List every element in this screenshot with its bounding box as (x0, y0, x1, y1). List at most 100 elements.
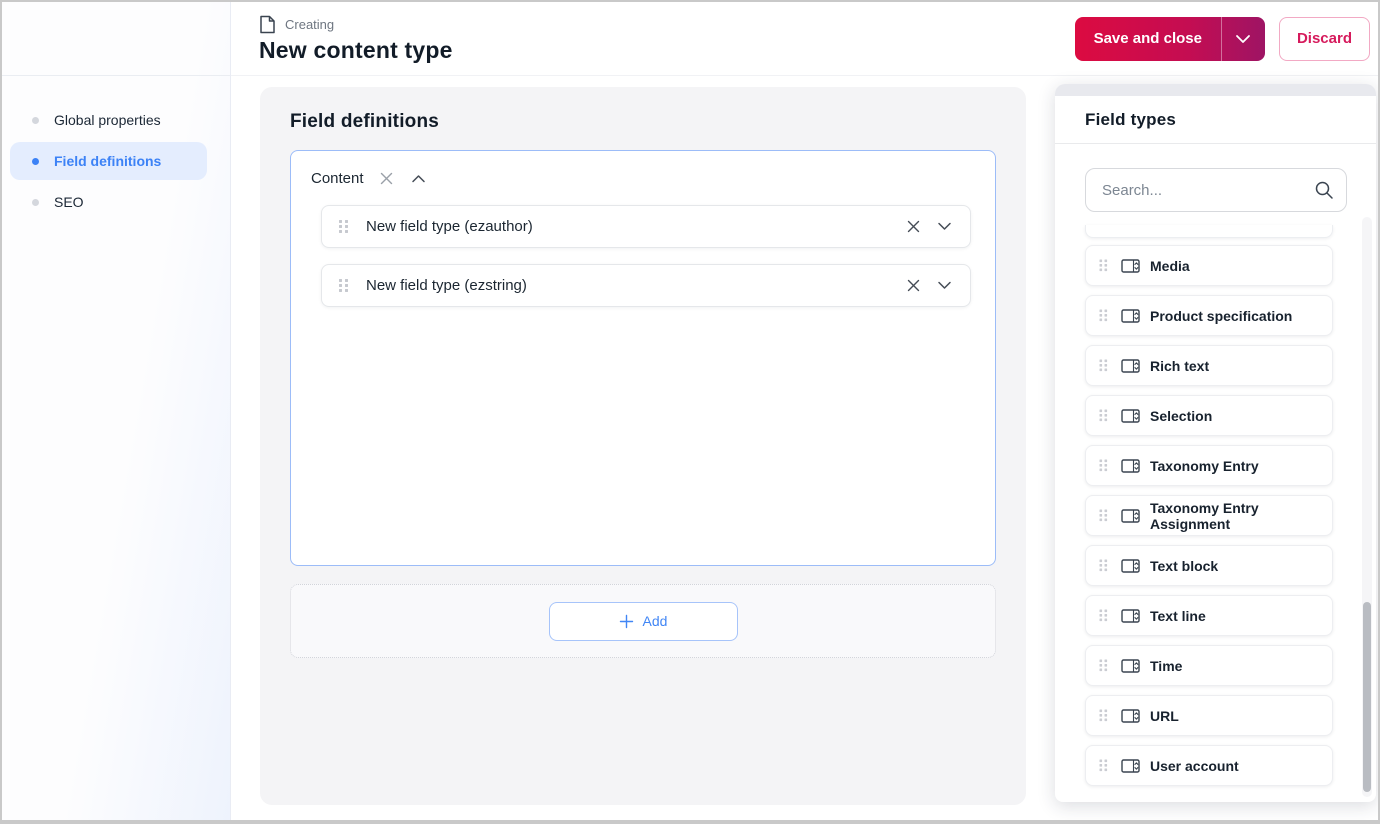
drag-handle-icon[interactable] (1099, 559, 1108, 572)
field-group-content: Content New field type (ezauthor) New fi… (290, 150, 996, 566)
drag-handle-icon[interactable] (1099, 509, 1108, 522)
sidebar-item[interactable]: SEO (10, 183, 207, 221)
field-definition-label: New field type (ezauthor) (366, 218, 533, 235)
field-types-list: Media Product specification Rich text Se… (1085, 225, 1333, 786)
field-type-icon (1121, 658, 1140, 673)
field-definition-row[interactable]: New field type (ezauthor) (321, 205, 971, 248)
collapse-group-icon[interactable] (409, 172, 428, 185)
main-content: Field definitions Content New field type… (231, 76, 1378, 820)
field-type-icon (1121, 608, 1140, 623)
field-definitions-section: Field definitions Content New field type… (260, 87, 1026, 805)
field-type-icon (1121, 358, 1140, 373)
field-type-item[interactable]: Taxonomy Entry Assignment (1085, 495, 1333, 536)
field-type-icon (1121, 508, 1140, 523)
field-group-header: Content (311, 164, 971, 192)
field-type-icon (1121, 708, 1140, 723)
field-type-item[interactable]: Time (1085, 645, 1333, 686)
field-type-item[interactable]: Rich text (1085, 345, 1333, 386)
field-type-item[interactable]: Product specification (1085, 295, 1333, 336)
app-window: Global properties Field definitions SEO (0, 0, 1380, 824)
remove-group-icon[interactable] (377, 169, 396, 188)
sidebar-divider (2, 75, 230, 76)
kicker-label: Creating (285, 17, 335, 32)
remove-field-icon[interactable] (904, 276, 923, 295)
field-types-header: Field types (1055, 96, 1376, 144)
header-actions: Save and close Discard (1074, 16, 1378, 61)
nav-bullet-icon (32, 198, 39, 206)
sidebar-item[interactable]: Global properties (10, 101, 207, 139)
field-type-label: Media (1150, 257, 1190, 274)
nav-bullet-icon (32, 157, 39, 165)
document-icon (259, 15, 276, 34)
field-type-label: Taxonomy Entry Assignment (1150, 499, 1259, 532)
search-icon (1314, 180, 1334, 200)
field-types-panel: Field types Search... Media Product spec… (1055, 84, 1376, 802)
field-definition-label: New field type (ezstring) (366, 277, 527, 294)
field-type-item[interactable]: Text line (1085, 595, 1333, 636)
field-type-icon (1121, 458, 1140, 473)
field-type-item[interactable]: Selection (1085, 395, 1333, 436)
field-type-item[interactable]: URL (1085, 695, 1333, 736)
drag-handle-icon[interactable] (1099, 709, 1108, 722)
field-type-label: Rich text (1150, 357, 1210, 374)
add-group-dropzone: Add (290, 584, 996, 658)
drag-handle-icon[interactable] (338, 219, 349, 234)
drag-handle-icon[interactable] (1099, 759, 1108, 772)
field-type-label: Text block (1150, 557, 1219, 574)
field-type-icon (1121, 308, 1140, 323)
left-sidebar: Global properties Field definitions SEO (2, 2, 231, 820)
field-type-icon (1121, 408, 1140, 423)
save-options-dropdown-button[interactable] (1220, 16, 1265, 61)
expand-field-icon[interactable] (935, 279, 954, 292)
field-type-item[interactable]: User account (1085, 745, 1333, 786)
sidebar-item-label: Global properties (54, 112, 161, 128)
field-type-label: Selection (1150, 407, 1213, 424)
expand-field-icon[interactable] (935, 220, 954, 233)
field-type-item-partial[interactable] (1085, 225, 1333, 238)
panel-scrollbar-thumb[interactable] (1363, 602, 1371, 792)
sidebar-item[interactable]: Field definitions (10, 142, 207, 180)
field-type-label: Taxonomy Entry (1150, 457, 1259, 474)
field-type-label: Product specification (1150, 307, 1293, 324)
field-type-icon (1121, 258, 1140, 273)
drag-handle-icon[interactable] (1099, 659, 1108, 672)
add-button[interactable]: Add (548, 601, 738, 641)
sidebar-item-label: SEO (54, 194, 84, 210)
panel-scrollbar-track[interactable] (1362, 217, 1372, 797)
anchor-nav: Global properties Field definitions SEO (10, 101, 207, 224)
drag-handle-icon[interactable] (1099, 609, 1108, 622)
drag-handle-icon[interactable] (1099, 459, 1108, 472)
field-type-item[interactable]: Media (1085, 245, 1333, 286)
drag-handle-icon[interactable] (338, 278, 349, 293)
remove-field-icon[interactable] (904, 217, 923, 236)
field-type-item[interactable]: Taxonomy Entry (1085, 445, 1333, 486)
field-definitions-title: Field definitions (290, 111, 440, 132)
drag-handle-icon[interactable] (1099, 259, 1108, 272)
field-type-icon (1121, 558, 1140, 573)
field-definition-list: New field type (ezauthor) New field type… (321, 205, 971, 307)
panel-top-strip (1055, 84, 1376, 96)
field-group-name: Content (311, 169, 364, 187)
drag-handle-icon[interactable] (1099, 309, 1108, 322)
drag-handle-icon[interactable] (1099, 359, 1108, 372)
save-split-button: Save and close (1074, 16, 1265, 61)
field-type-label: Text line (1150, 607, 1206, 624)
save-and-close-button[interactable]: Save and close (1075, 17, 1221, 61)
add-button-label: Add (642, 613, 668, 629)
page-title: New content type (259, 37, 453, 63)
search-input[interactable] (1085, 168, 1347, 212)
sidebar-item-label: Field definitions (54, 153, 162, 169)
discard-button[interactable]: Discard (1278, 16, 1370, 61)
header-title-block: Creating New content type (259, 13, 453, 64)
nav-bullet-icon (32, 116, 39, 124)
field-type-label: Time (1150, 657, 1183, 674)
field-definition-row[interactable]: New field type (ezstring) (321, 264, 971, 307)
field-type-item[interactable]: Text block (1085, 545, 1333, 586)
plus-icon (619, 614, 633, 628)
drag-handle-icon[interactable] (1099, 409, 1108, 422)
page-header: Creating New content type Save and close… (231, 2, 1378, 76)
field-type-icon (1121, 758, 1140, 773)
field-types-title: Field types (1085, 110, 1177, 129)
field-types-search (1085, 168, 1347, 212)
field-type-label: URL (1150, 707, 1179, 724)
